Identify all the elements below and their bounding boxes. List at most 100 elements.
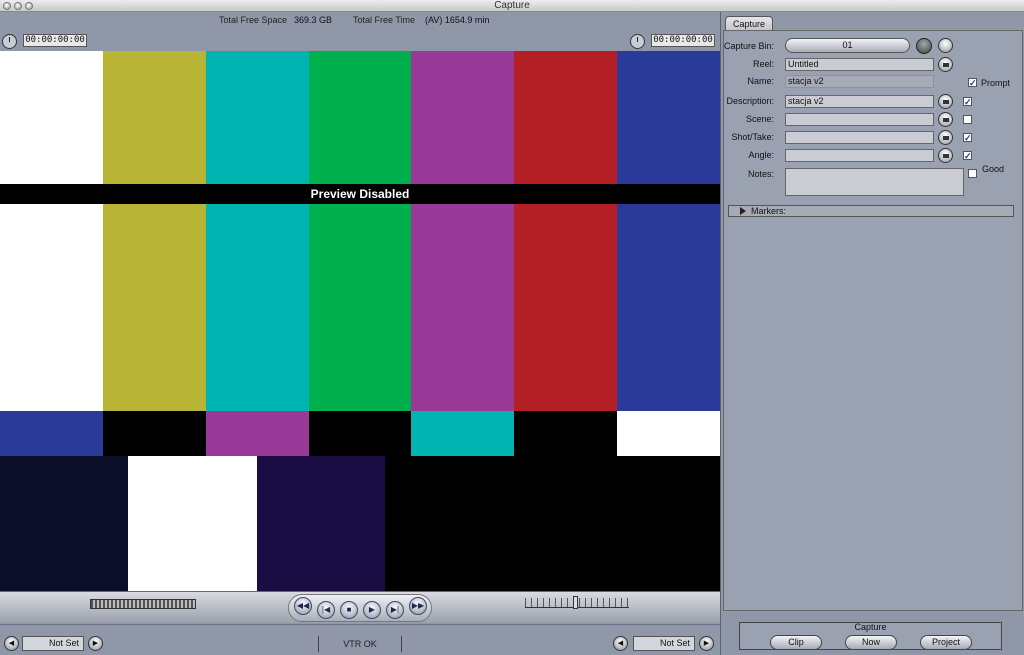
in-point-field[interactable]: Not Set bbox=[22, 636, 84, 651]
viewer-pane: Total Free Space 369.3 GB Total Free Tim… bbox=[0, 12, 720, 655]
transport-button-group: ◀◀ |◀ ■ ▶ ▶| ▶▶ bbox=[288, 594, 432, 622]
color-bar bbox=[617, 411, 720, 456]
color-bar bbox=[205, 204, 310, 411]
logging-pane: Capture Capture Bin: 01 Reel: Untitled N… bbox=[720, 12, 1024, 655]
scene-label: Scene: bbox=[745, 114, 774, 124]
shot-take-slate-icon[interactable] bbox=[938, 130, 953, 145]
color-bar bbox=[617, 204, 720, 411]
mark-out-icon[interactable]: ◀ bbox=[613, 636, 628, 651]
reel-label: Reel: bbox=[752, 59, 774, 69]
color-bar bbox=[514, 411, 618, 456]
free-time-value: (AV) 1654.9 min bbox=[425, 15, 490, 25]
angle-label: Angle: bbox=[748, 150, 774, 160]
jog-knob[interactable] bbox=[573, 596, 578, 609]
color-bar bbox=[102, 411, 207, 456]
preview-disabled-banner: Preview Disabled bbox=[0, 184, 720, 204]
scene-slate-icon[interactable] bbox=[938, 112, 953, 127]
angle-checkbox[interactable]: ✓ bbox=[963, 151, 972, 161]
color-bar bbox=[205, 411, 310, 456]
description-field[interactable]: stacja v2 bbox=[785, 95, 934, 108]
color-bar bbox=[0, 456, 129, 603]
color-bar bbox=[308, 411, 412, 456]
capture-project-button[interactable]: Project bbox=[920, 635, 972, 650]
title-bar: Capture bbox=[0, 0, 1024, 12]
markers-label: Markers: bbox=[751, 206, 787, 216]
zoom-window-icon[interactable] bbox=[25, 2, 33, 10]
color-bar bbox=[102, 204, 207, 411]
color-bar bbox=[411, 411, 515, 456]
angle-slate-icon[interactable] bbox=[938, 148, 953, 163]
angle-field[interactable] bbox=[785, 149, 934, 162]
transport-controls: ◀◀ |◀ ■ ▶ ▶| ▶▶ bbox=[0, 591, 720, 623]
color-bar bbox=[514, 51, 618, 184]
color-bar bbox=[205, 51, 310, 184]
capture-button-group: Capture Clip Now Project bbox=[739, 622, 1002, 650]
notes-field[interactable] bbox=[785, 168, 964, 196]
close-window-icon[interactable] bbox=[3, 2, 11, 10]
color-bar bbox=[514, 204, 618, 411]
color-bar bbox=[411, 51, 515, 184]
disclosure-triangle-icon[interactable] bbox=[740, 207, 746, 215]
info-bar: Total Free Space 369.3 GB Total Free Tim… bbox=[0, 12, 720, 50]
reel-field[interactable]: Untitled bbox=[785, 58, 934, 71]
capture-bin-label: Capture Bin: bbox=[723, 41, 774, 51]
color-bar bbox=[308, 51, 412, 184]
go-to-out-icon[interactable]: ▶ bbox=[699, 636, 714, 651]
vtr-status: VTR OK bbox=[318, 636, 402, 652]
capture-window: Capture Total Free Space 369.3 GB Total … bbox=[0, 0, 1024, 655]
shot-take-field[interactable] bbox=[785, 131, 934, 144]
capture-group-title: Capture bbox=[854, 622, 887, 632]
color-bar bbox=[128, 456, 258, 603]
name-label: Name: bbox=[747, 76, 774, 86]
play-icon[interactable]: ▶ bbox=[363, 601, 381, 619]
color-bar bbox=[0, 51, 104, 184]
color-bar bbox=[308, 204, 412, 411]
fast-forward-icon[interactable]: ▶▶ bbox=[409, 597, 427, 615]
color-bar bbox=[257, 456, 386, 603]
minimize-window-icon[interactable] bbox=[14, 2, 22, 10]
new-bin-icon[interactable] bbox=[938, 38, 953, 53]
shuttle-control[interactable] bbox=[90, 599, 196, 609]
out-point-field[interactable]: Not Set bbox=[633, 636, 695, 651]
free-space-value: 369.3 GB bbox=[294, 15, 333, 25]
go-to-in-icon[interactable]: ◀ bbox=[4, 636, 19, 651]
description-label: Description: bbox=[726, 96, 774, 106]
logging-panel: Capture Bin: 01 Reel: Untitled Name: sta… bbox=[723, 30, 1023, 611]
next-edit-icon[interactable]: ▶| bbox=[386, 601, 404, 619]
free-time-label: Total Free Time bbox=[353, 15, 416, 25]
scene-checkbox[interactable] bbox=[963, 115, 972, 124]
color-bar bbox=[0, 204, 104, 411]
current-timecode-clock-icon bbox=[630, 34, 645, 49]
color-bar bbox=[385, 456, 720, 603]
prev-edit-icon[interactable]: |◀ bbox=[317, 601, 335, 619]
name-field: stacja v2 bbox=[785, 75, 934, 88]
good-checkbox[interactable] bbox=[968, 169, 977, 178]
in-out-bar: ◀ Not Set ▶ VTR OK ◀ Not Set ▶ bbox=[0, 624, 720, 655]
jog-control[interactable] bbox=[525, 596, 629, 609]
capture-clip-button[interactable]: Clip bbox=[770, 635, 822, 650]
shot-take-label: Shot/Take: bbox=[731, 132, 774, 142]
capture-now-button[interactable]: Now bbox=[845, 635, 897, 650]
color-bar bbox=[102, 51, 207, 184]
prompt-checkbox[interactable]: ✓ bbox=[968, 78, 977, 88]
good-label: Good bbox=[982, 164, 1005, 174]
reel-slate-icon[interactable] bbox=[938, 57, 953, 72]
duration-timecode[interactable]: 00:00:00:00 bbox=[23, 34, 87, 47]
duration-clock-icon bbox=[2, 34, 17, 49]
description-slate-icon[interactable] bbox=[938, 94, 953, 109]
rewind-icon[interactable]: ◀◀ bbox=[294, 597, 312, 615]
window-title: Capture bbox=[494, 0, 530, 11]
mark-in-icon[interactable]: ▶ bbox=[88, 636, 103, 651]
prompt-label: Prompt bbox=[981, 78, 1011, 88]
scene-field[interactable] bbox=[785, 113, 934, 126]
bin-up-icon[interactable] bbox=[916, 38, 932, 54]
video-preview: Preview Disabled bbox=[0, 51, 720, 603]
shot-take-checkbox[interactable]: ✓ bbox=[963, 133, 972, 143]
notes-label: Notes: bbox=[747, 169, 774, 179]
tab-capture[interactable]: Capture bbox=[725, 16, 773, 30]
color-bar bbox=[411, 204, 515, 411]
capture-bin-button[interactable]: 01 bbox=[785, 38, 910, 53]
description-checkbox[interactable]: ✓ bbox=[963, 97, 972, 107]
markers-disclosure[interactable]: Markers: bbox=[728, 205, 1014, 217]
stop-icon[interactable]: ■ bbox=[340, 601, 358, 619]
